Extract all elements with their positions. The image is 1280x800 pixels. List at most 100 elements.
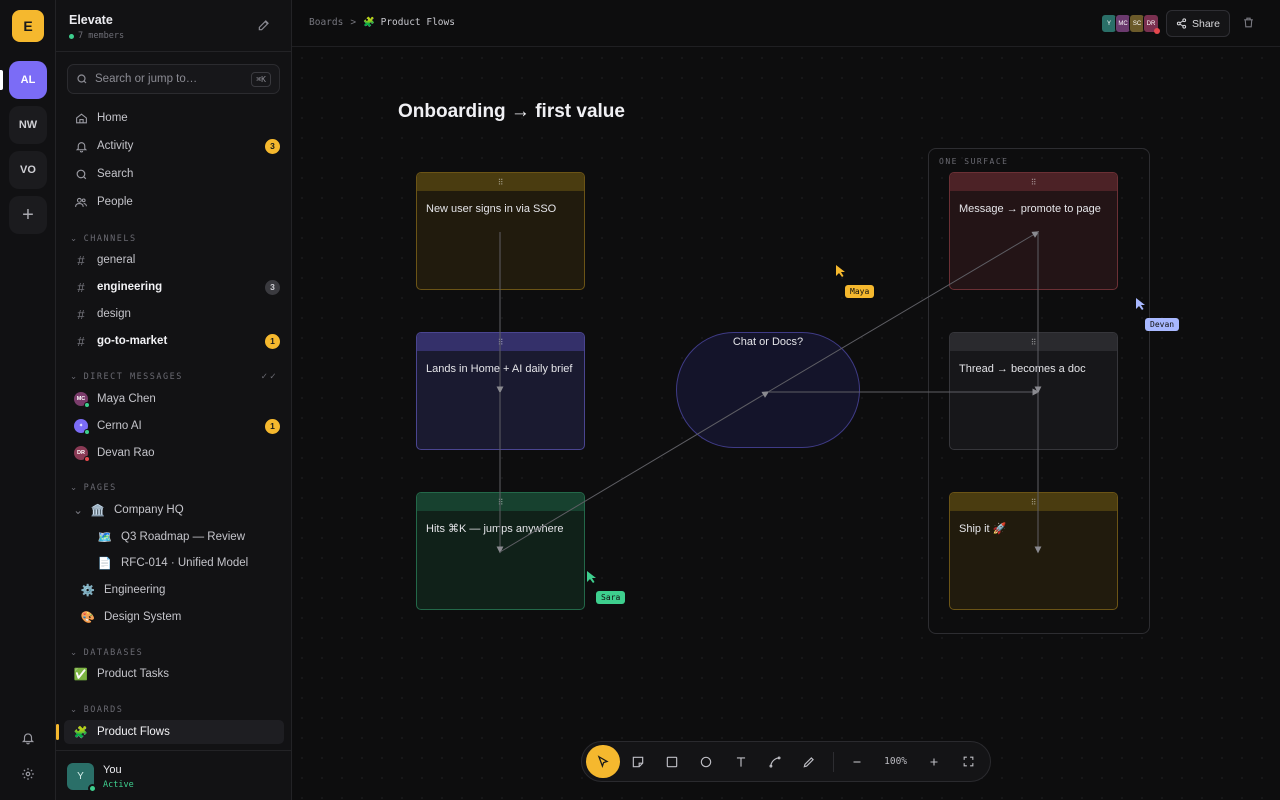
avatar: MC bbox=[74, 392, 90, 408]
dm-name: Devan Rao bbox=[97, 447, 155, 459]
dm-item-cerno-ai[interactable]: ✦ Cerno AI 1 bbox=[64, 414, 284, 438]
search-shortcut-hint: ⌘K bbox=[251, 71, 271, 87]
settings-gear-icon[interactable] bbox=[18, 764, 38, 784]
channel-item-engineering[interactable]: # engineering 3 bbox=[64, 275, 284, 299]
edge-cmdk-to-decision bbox=[499, 391, 770, 553]
cursor-arrow-icon bbox=[597, 754, 609, 768]
top-bar: Boards > 🧩 Product Flows Y MC SC DR Shar… bbox=[292, 0, 1280, 47]
pen-tool-button[interactable] bbox=[792, 745, 826, 778]
connector-lines bbox=[496, 231, 1042, 554]
workspace-logo[interactable]: E bbox=[12, 10, 44, 42]
ai-avatar: ✦ bbox=[74, 419, 90, 435]
page-name: Design System bbox=[104, 611, 182, 623]
boards-section-header[interactable]: ⌄ BOARDS bbox=[70, 704, 123, 715]
member-count-label: 7 members bbox=[78, 31, 125, 41]
channels-section-header[interactable]: ⌄ CHANNELS bbox=[70, 233, 137, 244]
presence-avatar[interactable]: DR bbox=[1143, 14, 1160, 34]
nav-item-search[interactable]: Search bbox=[64, 162, 284, 186]
channel-name: go-to-market bbox=[97, 335, 168, 347]
search-input[interactable]: Search or jump to… ⌘K bbox=[67, 64, 280, 94]
workspace-switch-nw[interactable]: NW bbox=[9, 106, 47, 144]
cursor-tag-maya: Maya bbox=[845, 285, 875, 298]
nav-label: Activity bbox=[97, 140, 134, 152]
section-title: DATABASES bbox=[83, 647, 144, 658]
hash-icon: # bbox=[77, 333, 85, 349]
hash-icon: # bbox=[77, 252, 85, 268]
edge-decision-to-promote bbox=[767, 231, 1040, 393]
fit-to-screen-button[interactable] bbox=[952, 745, 986, 778]
connector-tool-button[interactable] bbox=[758, 745, 792, 778]
trash-icon[interactable] bbox=[1242, 16, 1256, 30]
compose-edit-icon[interactable] bbox=[257, 18, 273, 34]
breadcrumb-boards[interactable]: Boards bbox=[309, 17, 343, 28]
rectangle-icon bbox=[666, 756, 678, 767]
sidebar: Elevate 7 members Search or jump to… ⌘K … bbox=[56, 0, 292, 800]
nav-item-people[interactable]: People bbox=[64, 190, 284, 214]
add-workspace-button[interactable]: + bbox=[9, 196, 47, 234]
page-name: Company HQ bbox=[114, 504, 184, 516]
channel-name: general bbox=[97, 254, 136, 266]
page-item-design-system[interactable]: 🎨 Design System bbox=[64, 605, 284, 629]
ellipse-tool-button[interactable] bbox=[689, 745, 723, 778]
text-tool-button[interactable] bbox=[724, 745, 758, 778]
page-item-engineering[interactable]: ⚙️ Engineering bbox=[64, 578, 284, 602]
activity-badge: 3 bbox=[265, 138, 280, 154]
pages-section-header[interactable]: ⌄ PAGES bbox=[70, 482, 117, 493]
nav-item-home[interactable]: Home bbox=[64, 106, 284, 130]
page-emoji-icon: 🏛️ bbox=[90, 505, 106, 517]
mark-read-check-icon[interactable]: ✓✓ bbox=[261, 371, 278, 382]
board-name: Product Flows bbox=[97, 726, 170, 738]
page-item-company-hq[interactable]: ⌄ 🏛️ Company HQ bbox=[64, 498, 284, 522]
board-canvas[interactable]: Onboarding → first value ONE SURFACE ⠿ N… bbox=[292, 48, 1280, 800]
channel-item-general[interactable]: # general bbox=[64, 248, 284, 272]
dm-item-devan-rao[interactable]: DR Devan Rao bbox=[64, 441, 284, 465]
share-button[interactable]: Share bbox=[1166, 10, 1230, 37]
workspace-name[interactable]: Elevate bbox=[69, 13, 113, 27]
page-item-rfc-014[interactable]: 📄 RFC-014 · Unified Model bbox=[64, 551, 284, 575]
channel-item-go-to-market[interactable]: # go-to-market 1 bbox=[64, 329, 284, 353]
user-status: Active bbox=[103, 780, 134, 790]
presence-avatars[interactable]: Y MC SC DR bbox=[1101, 14, 1160, 34]
dm-section-header[interactable]: ⌄ DIRECT MESSAGES ✓✓ bbox=[70, 371, 278, 382]
board-item-product-flows[interactable]: 🧩 Product Flows bbox=[56, 720, 284, 744]
cursor-tag-sara: Sara bbox=[596, 591, 626, 604]
hash-icon: # bbox=[77, 279, 85, 295]
workspace-switch-vo[interactable]: VO bbox=[9, 151, 47, 189]
page-item-q3-roadmap[interactable]: 🗺️ Q3 Roadmap — Review bbox=[64, 525, 284, 549]
chevron-down-icon[interactable]: ⌄ bbox=[73, 503, 83, 517]
online-status-dot bbox=[88, 784, 97, 793]
rectangle-tool-button[interactable] bbox=[655, 745, 689, 778]
cursor-pointer-icon bbox=[836, 265, 845, 277]
user-footer[interactable]: Y You Active bbox=[56, 750, 292, 800]
database-item-product-tasks[interactable]: ✅ Product Tasks bbox=[64, 662, 284, 686]
zoom-level[interactable]: 100% bbox=[874, 756, 917, 767]
user-name: You bbox=[103, 764, 122, 776]
channel-item-design[interactable]: # design bbox=[64, 302, 284, 326]
share-label: Share bbox=[1191, 17, 1221, 30]
dm-item-maya-chen[interactable]: MC Maya Chen bbox=[64, 387, 284, 411]
share-icon bbox=[1176, 18, 1187, 29]
user-avatar[interactable]: Y bbox=[67, 763, 97, 793]
sticky-note-icon bbox=[632, 756, 643, 767]
canvas-toolbar: 100% bbox=[581, 741, 991, 782]
workspace-switch-al[interactable]: AL bbox=[9, 61, 47, 99]
search-icon bbox=[74, 167, 88, 181]
zoom-out-button[interactable] bbox=[840, 745, 874, 778]
cursor-pointer-icon bbox=[1136, 298, 1145, 310]
member-count: 7 members bbox=[69, 31, 124, 41]
document-icon: 📄 bbox=[97, 558, 113, 570]
databases-section-header[interactable]: ⌄ DATABASES bbox=[70, 647, 143, 658]
zoom-in-button[interactable] bbox=[917, 745, 951, 778]
select-tool-button[interactable] bbox=[586, 745, 621, 778]
nav-item-activity[interactable]: Activity 3 bbox=[64, 134, 284, 158]
notifications-icon[interactable] bbox=[18, 728, 38, 748]
section-title: PAGES bbox=[83, 482, 117, 493]
breadcrumb-current: 🧩 Product Flows bbox=[363, 17, 455, 28]
hash-icon: # bbox=[77, 306, 85, 322]
search-placeholder: Search or jump to… bbox=[95, 73, 198, 85]
gear-icon: ⚙️ bbox=[80, 585, 96, 597]
sticky-note-tool-button[interactable] bbox=[620, 745, 654, 778]
active-workspace-indicator bbox=[0, 70, 3, 90]
workspace-header: Elevate 7 members bbox=[56, 0, 291, 52]
page-name: RFC-014 · Unified Model bbox=[121, 557, 249, 569]
